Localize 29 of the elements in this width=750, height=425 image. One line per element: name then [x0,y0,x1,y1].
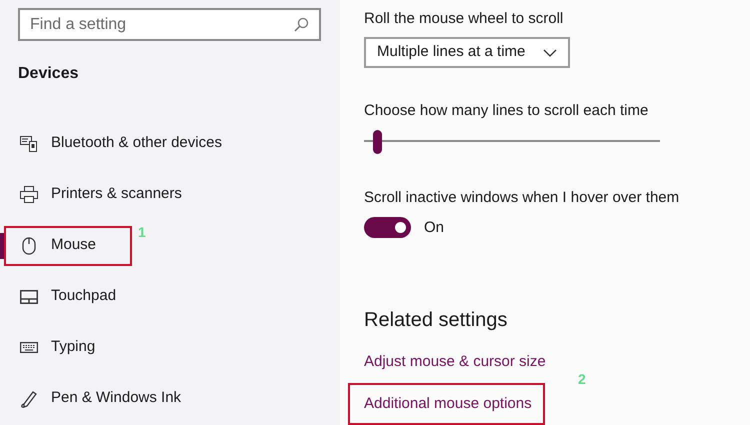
setting-label: Choose how many lines to scroll each time [364,101,648,120]
dropdown[interactable]: Multiple lines at a time [364,37,570,68]
slider[interactable] [364,130,660,152]
slider-thumb[interactable] [372,130,382,154]
sidebar-item[interactable]: Pen & Windows Ink [4,378,194,418]
touchpad-icon [20,290,38,304]
search-icon [293,17,309,33]
sidebar-item[interactable]: Bluetooth & other devices [4,124,234,164]
sidebar-item[interactable]: Printers & scanners [4,174,194,214]
setting-label: Roll the mouse wheel to scroll [364,9,564,28]
sidebar-item[interactable]: Touchpad [4,276,128,316]
section-heading: Devices [18,64,80,84]
annotation-number: 2 [578,370,586,389]
sidebar-item[interactable]: Typing [4,328,108,368]
search-field[interactable]: Find a setting [18,8,321,41]
settings-link[interactable]: Adjust mouse & cursor size [364,341,546,383]
section-heading: Related settings [364,308,508,333]
device-icon [20,136,38,152]
mouse-icon [22,236,36,254]
sidebar-item[interactable]: Mouse [4,226,132,266]
setting-label: Scroll inactive windows when I hover over them [364,188,680,206]
printer-icon [20,186,38,203]
settings-link[interactable]: Additional mouse options [348,383,545,425]
annotation-number: 1 [138,223,146,242]
pen-icon [20,390,38,408]
keyboard-icon [20,342,38,353]
toggle-switch[interactable] [364,217,411,238]
toggle-state-label: On [424,218,444,238]
chevron-down-icon [543,48,557,57]
